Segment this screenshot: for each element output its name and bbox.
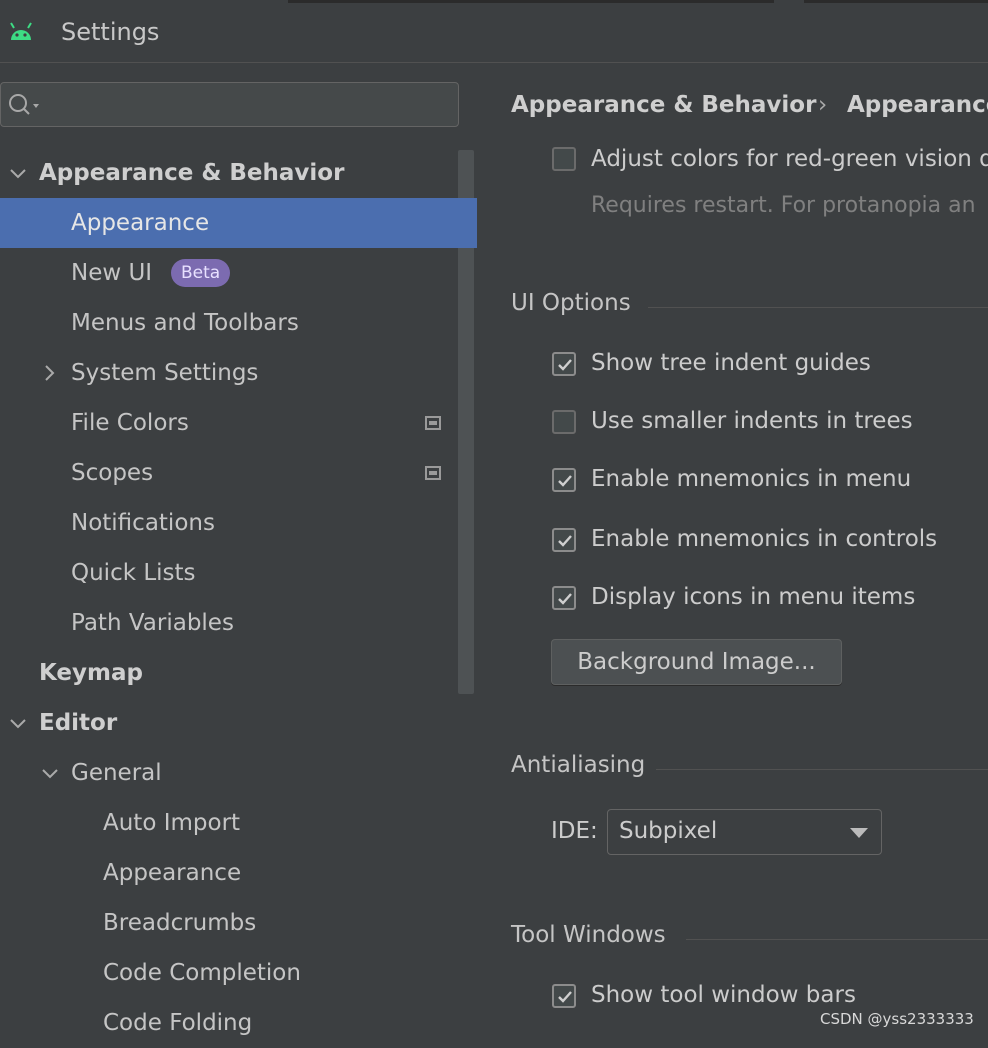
sidebar-item-breadcrumbs[interactable]: Breadcrumbs xyxy=(0,898,477,948)
checkmark-icon xyxy=(558,475,572,487)
section-divider xyxy=(686,939,988,940)
sidebar-item-file-colors[interactable]: File Colors xyxy=(0,398,477,448)
chevron-right-icon[interactable] xyxy=(40,364,58,382)
adjust-colors-label[interactable]: Adjust colors for red-green vision d xyxy=(591,146,988,172)
project-level-icon xyxy=(425,466,441,480)
ide-antialiasing-label: IDE: xyxy=(551,818,598,844)
sidebar-item-label: Notifications xyxy=(71,510,215,536)
sidebar-item-code-completion[interactable]: Code Completion xyxy=(0,948,477,998)
display-icons-checkbox[interactable] xyxy=(552,586,576,610)
chevron-down-icon[interactable] xyxy=(41,764,59,782)
sidebar-item-menus-toolbars[interactable]: Menus and Toolbars xyxy=(0,298,477,348)
sidebar-item-path-variables[interactable]: Path Variables xyxy=(0,598,477,648)
ide-antialiasing-value: Subpixel xyxy=(619,818,718,844)
sidebar-item-label: Code Folding xyxy=(103,1010,253,1036)
search-input[interactable] xyxy=(0,82,459,127)
sidebar-item-quick-lists[interactable]: Quick Lists xyxy=(0,548,477,598)
sidebar-item-auto-import[interactable]: Auto Import xyxy=(0,798,477,848)
sidebar-item-label: General xyxy=(71,760,162,786)
title-bar: Settings xyxy=(0,0,988,63)
sidebar-item-label: Menus and Toolbars xyxy=(71,310,299,336)
smaller-indents-checkbox[interactable] xyxy=(552,410,576,434)
sidebar-item-label: Appearance & Behavior xyxy=(39,160,345,186)
section-divider xyxy=(648,307,988,308)
title-strip-right xyxy=(804,0,988,3)
adjust-colors-checkbox[interactable] xyxy=(552,147,576,171)
sidebar-item-editor-appearance[interactable]: Appearance xyxy=(0,848,477,898)
checkmark-icon xyxy=(558,991,572,1003)
tool-windows-title: Tool Windows xyxy=(511,922,666,948)
sidebar-item-label: Code Completion xyxy=(103,960,301,986)
watermark: CSDN @yss2333333 xyxy=(820,1010,974,1028)
show-tree-indent-guides-label[interactable]: Show tree indent guides xyxy=(591,350,871,376)
sidebar-item-label: New UI xyxy=(71,260,153,286)
sidebar-item-label: Editor xyxy=(39,710,118,736)
breadcrumb-separator: › xyxy=(818,92,828,118)
checkmark-icon xyxy=(558,535,572,547)
display-icons-label[interactable]: Display icons in menu items xyxy=(591,584,915,610)
mnemonics-controls-label[interactable]: Enable mnemonics in controls xyxy=(591,526,937,552)
sidebar-item-code-folding[interactable]: Code Folding xyxy=(0,998,477,1048)
show-tool-window-bars-label[interactable]: Show tool window bars xyxy=(591,982,856,1008)
sidebar-item-label: Scopes xyxy=(71,460,154,486)
beta-badge: Beta xyxy=(171,259,231,287)
title-strip-left xyxy=(288,0,774,3)
dropdown-arrow-icon xyxy=(850,828,868,838)
android-icon xyxy=(8,22,34,46)
chevron-down-icon[interactable] xyxy=(9,164,27,182)
search-icon[interactable] xyxy=(7,92,41,122)
sidebar-item-new-ui[interactable]: New UI Beta xyxy=(0,248,477,298)
sidebar-item-label: Appearance xyxy=(71,210,210,236)
checkmark-icon xyxy=(558,593,572,605)
chevron-down-icon[interactable] xyxy=(9,714,27,732)
sidebar-item-label: Auto Import xyxy=(103,810,241,836)
checkmark-icon xyxy=(558,359,572,371)
adjust-colors-hint: Requires restart. For protanopia an xyxy=(591,193,976,218)
sidebar-item-scopes[interactable]: Scopes xyxy=(0,448,477,498)
section-divider xyxy=(656,769,988,770)
ide-antialiasing-select[interactable]: Subpixel xyxy=(607,809,882,855)
sidebar-item-keymap[interactable]: Keymap xyxy=(0,648,477,698)
sidebar-item-label: Appearance xyxy=(103,860,242,886)
sidebar-item-label: Path Variables xyxy=(71,610,234,636)
sidebar-item-label: System Settings xyxy=(71,360,259,386)
window-title: Settings xyxy=(61,18,160,46)
breadcrumb-current: Appearance xyxy=(847,92,988,118)
ui-options-title: UI Options xyxy=(511,290,631,316)
mnemonics-controls-checkbox[interactable] xyxy=(552,528,576,552)
sidebar-item-system-settings[interactable]: System Settings xyxy=(0,348,477,398)
mnemonics-menu-label[interactable]: Enable mnemonics in menu xyxy=(591,466,911,492)
breadcrumb-parent[interactable]: Appearance & Behavior xyxy=(511,92,816,118)
sidebar-item-label: Keymap xyxy=(39,660,143,686)
sidebar-item-editor[interactable]: Editor xyxy=(0,698,477,748)
sidebar-item-label: File Colors xyxy=(71,410,189,436)
background-image-button[interactable]: Background Image... xyxy=(551,639,842,685)
sidebar-item-notifications[interactable]: Notifications xyxy=(0,498,477,548)
project-level-icon xyxy=(425,416,441,430)
antialiasing-title: Antialiasing xyxy=(511,752,646,778)
show-tool-window-bars-checkbox[interactable] xyxy=(552,984,576,1008)
mnemonics-menu-checkbox[interactable] xyxy=(552,468,576,492)
sidebar-item-general[interactable]: General xyxy=(0,748,477,798)
sidebar-item-label: Quick Lists xyxy=(71,560,196,586)
show-tree-indent-guides-checkbox[interactable] xyxy=(552,352,576,376)
sidebar-item-appearance[interactable]: Appearance xyxy=(0,198,477,248)
sidebar-item-label: Breadcrumbs xyxy=(103,910,257,936)
sidebar-item-appearance-behavior[interactable]: Appearance & Behavior xyxy=(0,148,477,198)
smaller-indents-label[interactable]: Use smaller indents in trees xyxy=(591,408,913,434)
